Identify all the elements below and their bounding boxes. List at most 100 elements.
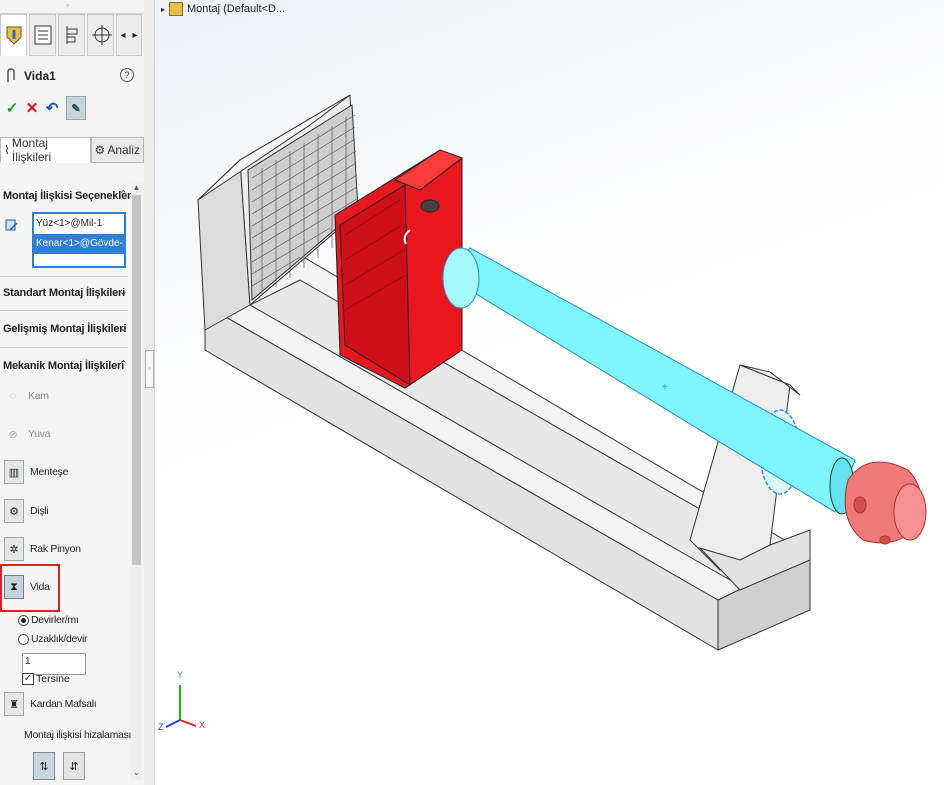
tab-property-manager[interactable] [0,14,27,56]
tab-dimxpert[interactable] [87,14,114,56]
chevron-up-icon[interactable]: ⌃ [119,188,128,201]
reverse-checkbox[interactable]: ✓ Tersine [22,673,70,685]
coupler[interactable] [844,461,927,545]
chevron-down-icon[interactable]: ⌄ [119,321,128,334]
section-advanced[interactable]: Gelişmiş Montaj İlişkileri ⌄ [0,317,140,341]
section-mechanical-label: Mekanik Montaj İlişkileri [3,360,124,372]
radio-button-selected[interactable] [18,614,29,626]
mate-universal-joint-label: Kardan Mafsalı [30,698,97,710]
paperclip-icon: ⌇ [4,143,10,157]
scroll-down-icon[interactable]: ⌄ [131,768,142,780]
alignment-label: Montaj ilişkisi hizalaması: [24,729,134,741]
mate-slot-label: Yuva [28,428,51,440]
mate-cam-label: Kam [28,390,49,402]
axis-triad: Y X Z [158,670,205,732]
list-icon [34,25,51,45]
mate-slot[interactable]: ⊘ Yuva [4,420,50,448]
selection-list[interactable]: Yüz<1>@Mil-1 Kenar<1>@Gövde-1 [32,212,126,268]
revolutions-input[interactable]: 1 [22,653,86,675]
selection-item[interactable]: Yüz<1>@Mil-1 [34,214,124,234]
tab-config-manager[interactable] [58,14,85,56]
mate-gear[interactable]: ⚙ Dişli [4,497,49,525]
mate-cam[interactable]: ◌ Kam [4,382,49,410]
scroll-thumb[interactable] [132,195,141,565]
universal-joint-icon: ♜ [4,692,24,716]
manager-tabs: ◂ ▸ [0,14,144,56]
pin-button[interactable]: ✎ [66,96,86,120]
aligned-icon: ⇅ [39,760,49,773]
hinge-icon: ▥ [4,460,24,484]
help-icon[interactable]: ? [120,68,134,82]
anti-aligned-button[interactable]: ⇵ [63,752,85,780]
pin-icon: ✎ [71,102,81,115]
mate-rack-pinion[interactable]: ✲ Rak Pinyon [4,535,81,563]
ok-button[interactable]: ✓ [2,99,22,117]
cam-icon: ◌ [9,390,17,402]
subtabs: ⌇ Montaj İlişkileri ⚙ Analiz [0,136,144,164]
svg-text:+: + [662,382,668,393]
section-standard[interactable]: Standart Montaj İlişkileri ⌄ [0,281,140,305]
tab-mates[interactable]: ⌇ Montaj İlişkileri [0,136,91,164]
mate-gear-label: Dişli [30,505,49,517]
section-options-label: Montaj İlişkisi Seçenekleri [3,190,134,202]
radio-revolutions[interactable]: Devirler/mı [18,614,79,626]
mate-hinge-label: Menteşe [30,466,69,478]
scroll-up-icon[interactable]: ▲ [131,183,142,195]
axis-y-label: Y [177,670,183,680]
tab-mates-label: Montaj İlişkileri [11,136,52,164]
divider [0,276,128,277]
slot-icon: ⊘ [8,428,18,441]
chevron-down-icon[interactable]: ⌄ [119,285,128,298]
mate-universal-joint[interactable]: ♜ Kardan Mafsalı [4,690,97,718]
title-row: Vida1 ? [4,66,142,86]
undo-button[interactable]: ↶ [42,99,62,117]
chevron-up-icon[interactable]: ⌃ [119,358,128,371]
page-title: Vida1 [24,69,56,83]
mate-screw[interactable]: ⧗ Vida [4,573,50,601]
radio-revolutions-label: Devirler/mı [31,614,79,626]
divider [0,310,128,311]
screw-icon: ⧗ [4,575,24,599]
paperclip-icon [7,68,15,82]
axis-z-label: Z [158,722,164,732]
panel-scrollbar[interactable]: ▲ ⌄ [131,183,142,780]
panel-splitter[interactable]: ◦ [144,0,155,785]
cancel-button[interactable]: ✕ [22,99,42,117]
divider [0,347,128,348]
tab-analysis-label: Analiz [107,143,140,157]
left-arrow-icon[interactable]: ◂ [117,30,129,41]
splitter-grip[interactable]: ◦ [145,350,154,388]
mate-hinge[interactable]: ▥ Menteşe [4,458,68,486]
action-buttons: ✓ ✕ ↶ ✎ [2,96,86,120]
gear-icon: ⚙ [4,499,24,523]
tab-feature-tree[interactable] [29,14,56,56]
config-icon [66,26,77,44]
section-mechanical[interactable]: Mekanik Montaj İlişkileri ⌃ [0,354,140,378]
selection-icon [5,219,18,231]
section-options[interactable]: Montaj İlişkisi Seçenekleri ⌃ [0,184,140,208]
section-standard-label: Standart Montaj İlişkileri [3,287,125,299]
aligned-button[interactable]: ⇅ [33,752,55,780]
radio-button[interactable] [18,633,29,645]
property-manager-icon [6,26,21,45]
mate-screw-label: Vida [30,581,50,593]
selection-item[interactable]: Kenar<1>@Gövde-1 [34,234,124,254]
section-advanced-label: Gelişmiş Montaj İlişkileri [3,323,127,335]
analysis-icon: ⚙ [94,143,106,157]
radio-distance[interactable]: Uzaklık/devir [18,633,88,645]
radio-distance-label: Uzaklık/devir [31,633,88,645]
right-arrow-icon[interactable]: ▸ [129,30,141,41]
axis-x-label: X [199,720,205,730]
graphics-viewport[interactable]: ▸ Montaj (Default<D... + Y X Z [155,0,944,785]
rack-pinion-icon: ✲ [4,537,24,561]
tab-analysis[interactable]: ⚙ Analiz [90,137,144,163]
reverse-label: Tersine [36,673,70,685]
model-view[interactable]: + Y X Z [155,0,944,785]
collapse-grip-icon[interactable]: ◦ [66,0,69,10]
anti-aligned-icon: ⇵ [69,760,79,773]
tab-scroll: ◂ ▸ [116,14,142,56]
check-icon[interactable]: ✓ [22,673,34,685]
property-manager: ◦ ◂ ▸ Vida1 ? ✓ ✕ ↶ ✎ ⌇ Montaj İlişkileri [0,0,145,785]
target-icon [91,25,112,45]
panel-top-rule: ◦ [0,0,144,14]
